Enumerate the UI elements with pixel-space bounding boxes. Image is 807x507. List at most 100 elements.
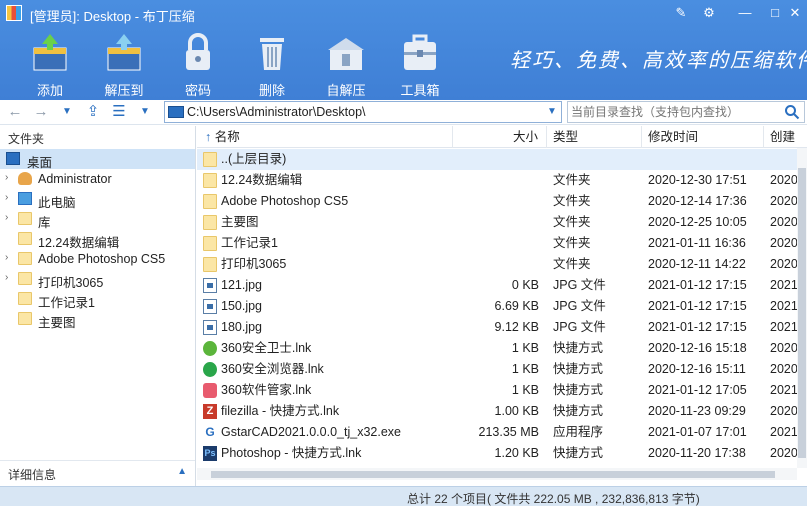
folder-icon <box>203 194 217 209</box>
close-button[interactable]: ✕ <box>784 3 806 23</box>
table-row[interactable]: 打印机3065 文件夹 2020-12-11 14:22 2020 <box>197 254 798 275</box>
tree-item-folder[interactable]: 主要图 <box>0 309 195 330</box>
cell-name: 121.jpg <box>221 278 263 292</box>
horizontal-scrollbar[interactable] <box>197 468 797 480</box>
add-button[interactable]: 添加 <box>20 30 80 98</box>
delete-label: 删除 <box>258 83 285 98</box>
chevron-up-icon[interactable]: ▲ <box>177 466 187 477</box>
cell-modified: 2021-01-12 17:15 <box>648 278 747 292</box>
path-text[interactable]: C:\Users\Administrator\Desktop\ <box>187 105 366 119</box>
path-bar[interactable]: C:\Users\Administrator\Desktop\ ▼ <box>164 101 562 123</box>
details-panel-header[interactable]: 详细信息 ▲ <box>0 460 195 484</box>
history-dropdown-icon[interactable]: ▼ <box>58 103 76 121</box>
back-arrow-icon[interactable]: ← <box>6 103 24 121</box>
folder-icon <box>18 232 32 245</box>
expand-arrow-icon[interactable]: › <box>5 192 15 203</box>
column-header-created[interactable]: 创建 <box>764 126 807 148</box>
cell-type <box>553 149 642 170</box>
toolbox-button[interactable]: 工具箱 <box>390 30 450 98</box>
search-icon[interactable] <box>784 104 800 120</box>
cell-created: 2020 <box>770 173 798 187</box>
table-row[interactable]: Ps Photoshop - 快捷方式.lnk 1.20 KB 快捷方式 2020-11… <box>197 443 798 464</box>
cell-modified: 2020-12-16 15:11 <box>648 362 746 376</box>
table-row[interactable]: 360软件管家.lnk 1 KB 快捷方式 2021-01-12 17:05 2021 <box>197 380 798 401</box>
table-row[interactable]: 360安全卫士.lnk 1 KB 快捷方式 2020-12-16 15:18 2020 <box>197 338 798 359</box>
tree-item-administrator[interactable]: › Administrator <box>0 169 195 189</box>
cell-type: 文件夹 <box>553 194 591 208</box>
extract-button[interactable]: 解压到 <box>94 30 154 98</box>
library-folder-icon <box>18 212 32 225</box>
cell-modified: 2020-11-20 17:38 <box>648 446 746 460</box>
tree-item-folder[interactable]: › 打印机3065 <box>0 269 195 290</box>
tree-item-folder[interactable]: › Adobe Photoshop CS5 <box>0 249 195 269</box>
settings-icon[interactable]: ⚙ <box>698 3 720 23</box>
cell-modified: 2020-12-25 10:05 <box>648 215 747 229</box>
view-mode-icon[interactable]: ☰ <box>110 103 128 121</box>
cell-modified: 2021-01-07 17:01 <box>648 425 747 439</box>
cell-created: 2021 <box>770 383 798 397</box>
table-row[interactable]: Zfilezilla - 快捷方式.lnk 1.00 KB 快捷方式 2020-11-… <box>197 401 798 422</box>
cell-size <box>453 149 539 170</box>
horizontal-scroll-thumb[interactable] <box>211 471 775 478</box>
cell-created: 2021 <box>770 425 798 439</box>
table-row[interactable]: Adobe Photoshop CS5 文件夹 2020-12-14 17:36 20… <box>197 191 798 212</box>
table-row[interactable]: 121.jpg 0 KB JPG 文件 2021-01-12 17:15 2021 <box>197 275 798 296</box>
expand-arrow-icon[interactable]: › <box>5 212 15 223</box>
folder-icon <box>18 292 32 305</box>
shield-shortcut-icon <box>203 341 217 356</box>
status-bar: 总计 22 个项目( 文件共 222.05 MB , 232,836,813 字… <box>0 486 807 506</box>
up-folder-icon[interactable]: ⇪ <box>84 103 102 121</box>
user-icon <box>18 172 32 185</box>
vertical-scroll-thumb[interactable] <box>798 168 806 458</box>
folder-icon <box>203 173 217 188</box>
cell-size: 6.69 KB <box>494 299 539 313</box>
view-dropdown-icon[interactable]: ▼ <box>136 103 154 121</box>
forward-arrow-icon[interactable]: → <box>32 103 50 121</box>
expand-arrow-icon[interactable]: › <box>5 272 15 283</box>
cell-name: 180.jpg <box>221 320 263 334</box>
column-header-label: 名称 <box>214 130 240 144</box>
tree-item-folder[interactable]: 工作记录1 <box>0 289 195 310</box>
tree-item-this-pc[interactable]: › 此电脑 <box>0 189 195 210</box>
table-row[interactable]: 12.24数据编辑 文件夹 2020-12-30 17:51 2020 <box>197 170 798 191</box>
table-row[interactable]: 360安全浏览器.lnk 1 KB 快捷方式 2020-12-16 15:11 2020 <box>197 359 798 380</box>
table-row[interactable]: 150.jpg 6.69 KB JPG 文件 2021-01-12 17:15 2021 <box>197 296 798 317</box>
tree-item-library[interactable]: › 库 <box>0 209 195 230</box>
table-row[interactable]: ..(上层目录) <box>197 149 797 170</box>
sort-ascending-icon: ↑ <box>205 130 215 144</box>
add-archive-icon <box>33 34 67 71</box>
search-box[interactable] <box>567 101 805 123</box>
column-header-size[interactable]: 大小 <box>453 126 547 148</box>
table-row[interactable]: 主要图 文件夹 2020-12-25 10:05 2020 <box>197 212 798 233</box>
column-header-type[interactable]: 类型 <box>547 126 642 148</box>
photoshop-icon: Ps <box>203 446 217 461</box>
cell-modified: 2020-12-11 14:22 <box>648 257 746 271</box>
cell-created: 2020 <box>770 236 798 250</box>
folder-icon <box>203 236 217 251</box>
table-row[interactable]: 180.jpg 9.12 KB JPG 文件 2021-01-12 17:15 2021 <box>197 317 798 338</box>
self-extract-button[interactable]: 自解压 <box>316 30 376 98</box>
expand-arrow-icon[interactable]: › <box>5 252 15 263</box>
delete-button[interactable]: 删除 <box>242 30 302 98</box>
computer-icon <box>18 192 32 205</box>
cell-type: JPG 文件 <box>553 278 606 292</box>
cell-size: 1 KB <box>511 341 539 355</box>
table-row[interactable]: 工作记录1 文件夹 2021-01-11 16:36 2020 <box>197 233 798 254</box>
cell-size <box>453 233 539 254</box>
skin-icon[interactable]: ✎ <box>670 3 692 23</box>
path-dropdown-icon[interactable]: ▼ <box>545 104 559 120</box>
tree-item-folder[interactable]: 12.24数据编辑 <box>0 229 195 250</box>
cell-type: 快捷方式 <box>553 383 604 397</box>
column-header-modified[interactable]: 修改时间 <box>642 126 764 148</box>
search-input[interactable] <box>571 104 771 120</box>
minimize-button[interactable]: — <box>734 3 756 23</box>
vertical-scrollbar[interactable] <box>797 148 807 468</box>
password-button[interactable]: 密码 <box>168 30 228 98</box>
tree-item-desktop[interactable]: 桌面 <box>0 149 195 170</box>
column-header-name[interactable]: ↑ 名称 <box>197 126 453 148</box>
table-row[interactable]: G GstarCAD2021.0.0.0_tj_x32.exe 213.35 MB 应… <box>197 422 798 443</box>
folder-icon <box>203 257 217 272</box>
cell-size <box>453 212 539 233</box>
maximize-button[interactable]: □ <box>764 3 786 23</box>
expand-arrow-icon[interactable]: › <box>5 172 15 183</box>
